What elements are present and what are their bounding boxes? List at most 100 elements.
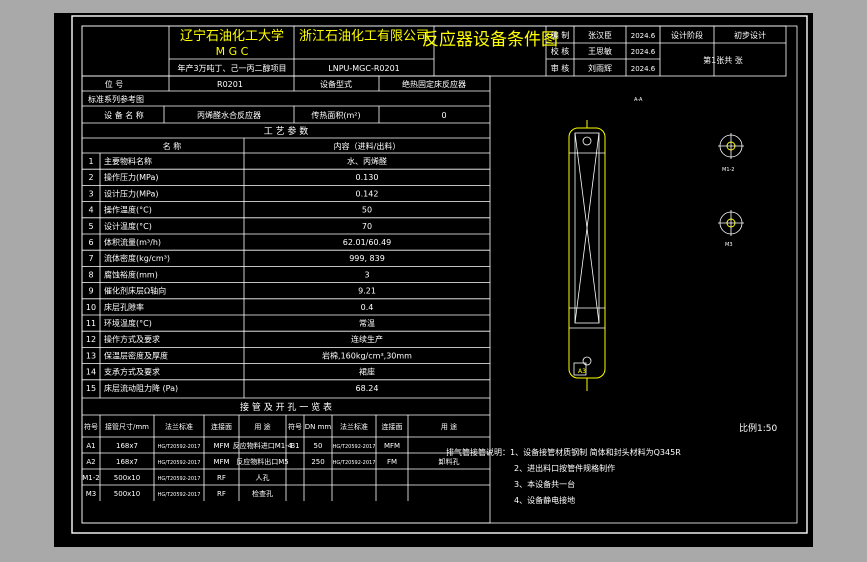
nozzle-cell: RF: [217, 474, 226, 482]
param-name: 设计温度(°C): [104, 221, 152, 231]
type-label: 设备型式: [320, 79, 352, 89]
data-tables: 位 号 R0201 设备型式 绝热固定床反应器 标准系列参考图 设 备 名 称 …: [81, 75, 491, 524]
param-name: 保温层密度及厚度: [104, 350, 168, 360]
nozzle-section-title: 接 管 及 开 孔 一 览 表: [240, 401, 332, 413]
nozzle-cell: B1: [290, 442, 299, 450]
param-value: 68.24: [356, 384, 379, 393]
nozzle-header: 符号: [288, 422, 302, 431]
param-value: 9.21: [358, 287, 376, 296]
nozzle-cell: MFM: [213, 458, 229, 466]
param-name: 支承方式及要求: [104, 367, 160, 377]
position-label: 位 号: [105, 79, 124, 89]
name-2: 王思敏: [588, 46, 612, 56]
bottom-label: A3: [578, 368, 586, 375]
note-2: 2、进出料口按管件规格制作: [514, 463, 615, 473]
sheet-info: 第1张共 张: [703, 55, 743, 65]
param-no: 13: [86, 351, 96, 360]
name-1: 张汉臣: [588, 31, 612, 40]
nozzle-cell: M1-2: [82, 474, 99, 482]
param-name: 床层流动阻力降 (Pa): [104, 383, 178, 393]
date-2: 2024.6: [631, 48, 656, 56]
notes: 排气管接管说明：1、设备接管材质钢制 简体和封头材料为Q345R 2、进出料口按…: [446, 447, 681, 505]
position-value: R0201: [217, 80, 243, 89]
drawing-title: 反应器设备条件图: [422, 30, 558, 50]
type-value: 绝热固定床反应器: [402, 79, 466, 89]
col-name-header: 名 称: [163, 141, 182, 151]
name-label: 设 备 名 称: [104, 110, 144, 120]
detail-2-label: M3: [725, 242, 733, 248]
param-no: 4: [88, 206, 93, 215]
nozzle-cell: 168x7: [116, 458, 138, 466]
param-value: 50: [362, 206, 372, 215]
area-value: 0: [441, 111, 446, 120]
nozzle-cell: 反应物料进口M1-4: [233, 441, 293, 450]
nozzle-header: 用 途: [254, 422, 270, 431]
param-value: 常温: [359, 319, 375, 328]
nozzle-header: 符号: [84, 422, 98, 431]
param-name: 设计压力(MPa): [104, 188, 159, 198]
stage-label: 设计阶段: [671, 30, 703, 40]
nozzle-header: 法兰标准: [165, 422, 193, 431]
param-no: 5: [88, 222, 93, 231]
nozzle-cell: FM: [387, 458, 397, 466]
outer-frame: [71, 15, 808, 534]
param-name: 环境温度(°C): [104, 318, 152, 328]
param-name: 主要物料名称: [104, 156, 152, 166]
param-value: 岩棉,160kg/cm³,30mm: [322, 350, 412, 360]
param-no: 1: [88, 157, 93, 166]
area-label: 传热面积(m²): [311, 110, 360, 120]
nozzle-cell: 250: [311, 458, 324, 466]
param-name: 床层孔隙率: [104, 302, 144, 312]
nozzle-cell: HG/T20592-2017: [158, 444, 201, 450]
nozzle-header: 用 途: [441, 422, 457, 431]
stage-value: 初步设计: [734, 30, 766, 40]
nozzle-cell: 168x7: [116, 442, 138, 450]
nozzle-cell: HG/T20592-2017: [158, 460, 201, 466]
param-value: 999, 839: [349, 254, 385, 263]
drawing-sheet: 辽宁石油化工大学 M G C 浙江石油化工有限公司 反应器设备条件图 年产3万吨…: [54, 13, 813, 547]
note-4: 4、设备静电接地: [514, 495, 575, 505]
param-no: 10: [86, 303, 96, 312]
nozzle-cell: 人孔: [256, 474, 270, 482]
param-value: 0.130: [356, 173, 379, 182]
nozzle-cell: 卸料孔: [439, 457, 460, 466]
param-name: 操作压力(MPa): [104, 172, 159, 182]
param-rows: 1 主要物料名称 水、丙烯醛 2 操作压力(MPa) 0.130 3 设计压力(MPa) 0.1…: [82, 156, 490, 393]
param-no: 3: [88, 189, 93, 198]
nozzle-header: 接管尺寸/mm: [105, 422, 149, 431]
detail-1-label: M1-2: [722, 167, 734, 173]
param-name: 操作温度(°C): [104, 205, 152, 215]
name-value: 丙烯醛水合反应器: [197, 110, 261, 120]
date-3: 2024.6: [631, 65, 656, 73]
nozzle-cell: A1: [86, 442, 95, 450]
nozzle-header: 连接面: [211, 422, 232, 431]
param-value: 0.4: [361, 303, 374, 312]
reactor-shell: [568, 127, 606, 379]
nozzle-cell: 50: [314, 442, 323, 450]
nozzle-cell: 500x10: [114, 474, 140, 482]
col-content-header: 内容（进料/出料）: [334, 141, 401, 151]
param-name: 流体密度(kg/cm³): [104, 253, 170, 263]
param-value: 裙座: [359, 367, 375, 377]
process-section-title: 工 艺 参 数: [264, 125, 309, 137]
nozzle-cell: 检查孔: [252, 489, 273, 498]
param-no: 7: [88, 254, 93, 263]
param-value: 水、丙烯醛: [347, 156, 387, 166]
mgc-label: M G C: [216, 45, 249, 58]
standard-label: 标准系列参考图: [88, 94, 144, 104]
param-value: 3: [364, 270, 369, 279]
drawing-number: LNPU-MGC-R0201: [328, 64, 400, 73]
project-name: 年产3万吨丁、己一丙二醇项目: [177, 63, 286, 73]
nozzle-cell: HG/T20592-2017: [158, 476, 201, 482]
param-name: 操作方式及要求: [104, 334, 160, 344]
param-no: 12: [86, 335, 96, 344]
university-name: 辽宁石油化工大学: [180, 28, 284, 44]
nozzle-header: 连接面: [382, 422, 403, 431]
role-3: 审 核: [551, 63, 570, 73]
param-no: 2: [88, 173, 93, 182]
view-label: A-A: [634, 97, 643, 103]
role-1: 编 制: [551, 30, 570, 40]
title-block: 辽宁石油化工大学 M G C 浙江石油化工有限公司 反应器设备条件图 年产3万吨…: [81, 25, 787, 77]
param-no: 15: [86, 384, 96, 393]
nozzle-header: 法兰标准: [340, 422, 368, 431]
